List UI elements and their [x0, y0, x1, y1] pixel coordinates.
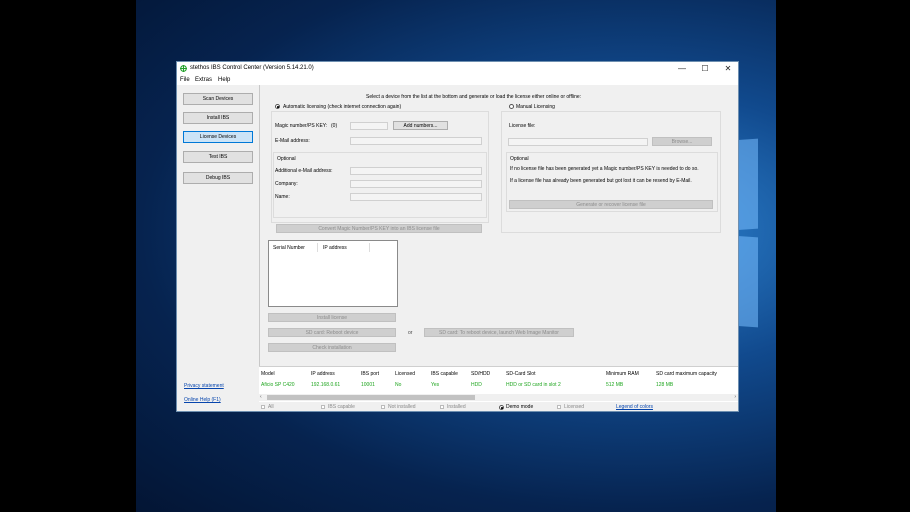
- email-input[interactable]: [350, 137, 482, 145]
- or-label: or: [408, 330, 413, 336]
- sidebar: Scan Devices Install IBS License Devices…: [177, 85, 260, 411]
- company-input[interactable]: [350, 180, 482, 188]
- not-installed-checkbox[interactable]: [381, 405, 385, 409]
- scan-devices-button[interactable]: Scan Devices: [183, 93, 253, 105]
- device-sd-slot: HDD or SD card in slot 2: [506, 382, 561, 388]
- menu-help[interactable]: Help: [218, 77, 230, 83]
- column-header[interactable]: SD-Card Slot: [506, 371, 535, 377]
- browse-button[interactable]: Browse...: [652, 137, 712, 146]
- name-input[interactable]: [350, 193, 482, 201]
- all-label: All: [268, 404, 274, 410]
- automatic-licensing-radio[interactable]: [275, 104, 280, 109]
- device-ip: 192.168.0.61: [311, 382, 341, 388]
- license-devices-button[interactable]: License Devices: [183, 131, 253, 143]
- serial-list[interactable]: Serial Number IP address: [268, 240, 398, 307]
- ibs-capable-checkbox[interactable]: [321, 405, 325, 409]
- filter-bar: All IBS capable Not installed Installed …: [259, 402, 738, 411]
- column-header[interactable]: Model: [261, 371, 275, 377]
- add-numbers-button[interactable]: Add numbers...: [393, 121, 448, 130]
- additional-email-input[interactable]: [350, 167, 482, 175]
- column-header[interactable]: Licensed: [395, 371, 415, 377]
- window-title: stethos IBS Control Center (Version 5.14…: [190, 65, 314, 71]
- online-help-link[interactable]: Online Help (F1): [184, 397, 221, 403]
- optional-right-text-2: If a license file has already been gener…: [510, 178, 692, 184]
- device-licensed: No: [395, 382, 402, 388]
- convert-button[interactable]: Convert Magic Number/PS KEY into an IBS …: [276, 224, 482, 233]
- device-model: Aficio SP C420: [261, 382, 295, 388]
- optional-title: Optional: [277, 156, 296, 162]
- not-installed-label: Not installed: [388, 404, 416, 410]
- licensed-checkbox[interactable]: [557, 405, 561, 409]
- privacy-statement-link[interactable]: Privacy statement: [184, 383, 224, 389]
- install-license-button[interactable]: Install license: [268, 313, 396, 322]
- name-label: Name:: [275, 194, 290, 200]
- company-label: Company:: [275, 181, 298, 187]
- all-checkbox[interactable]: [261, 405, 265, 409]
- device-table: Model IP address IBS port Licensed IBS c…: [259, 366, 738, 403]
- email-label: E-Mail address:: [275, 138, 310, 144]
- test-ibs-button[interactable]: Test IBS: [183, 151, 253, 163]
- optional-right-title: Optional: [510, 156, 529, 162]
- scroll-right-icon[interactable]: ›: [734, 394, 736, 400]
- demo-mode-label: Demo mode: [506, 404, 534, 410]
- manual-licensing-radio[interactable]: [509, 104, 514, 109]
- install-ibs-button[interactable]: Install IBS: [183, 112, 253, 124]
- license-panel: Select a device from the list at the bot…: [263, 85, 738, 363]
- column-header[interactable]: IP address: [311, 371, 335, 377]
- app-window: stethos IBS Control Center (Version 5.14…: [176, 61, 739, 412]
- horizontal-scrollbar[interactable]: ‹ ›: [259, 394, 738, 401]
- license-file-label: License file:: [509, 123, 536, 129]
- additional-email-label: Additional e-Mail address:: [275, 168, 333, 174]
- column-header[interactable]: Minimum RAM: [606, 371, 639, 377]
- installed-checkbox[interactable]: [440, 405, 444, 409]
- device-sd-capacity: 128 MB: [656, 382, 674, 388]
- maximize-icon[interactable]: ☐: [694, 63, 716, 74]
- menu-extras[interactable]: Extras: [195, 77, 212, 83]
- sd-reboot-button[interactable]: SD card: Reboot device: [268, 328, 396, 337]
- automatic-licensing-label: Automatic licensing (check internet conn…: [283, 104, 402, 110]
- close-icon[interactable]: ✕: [717, 63, 738, 74]
- menu-file[interactable]: File: [180, 77, 190, 83]
- scroll-left-icon[interactable]: ‹: [260, 394, 262, 400]
- title-bar: stethos IBS Control Center (Version 5.14…: [177, 62, 738, 75]
- serial-number-column[interactable]: Serial Number: [273, 245, 305, 251]
- licensed-label: Licensed: [564, 404, 585, 410]
- ip-address-column[interactable]: IP address: [323, 245, 347, 251]
- ibs-capable-label: IBS capable: [328, 404, 355, 410]
- column-header[interactable]: SD/HDD: [471, 371, 490, 377]
- column-header[interactable]: IBS port: [361, 371, 379, 377]
- column-divider: [369, 243, 370, 252]
- minimize-icon[interactable]: —: [671, 63, 693, 74]
- column-header[interactable]: IBS capable: [431, 371, 458, 377]
- device-ibs-capable: Yes: [431, 382, 440, 388]
- demo-mode-radio[interactable]: [499, 405, 504, 410]
- magic-number-label: Magic number/PS KEY:: [275, 123, 328, 129]
- generate-license-button[interactable]: Generate or recover license file: [509, 200, 713, 209]
- license-file-input[interactable]: [508, 138, 648, 146]
- check-installation-button[interactable]: Check installation: [268, 343, 396, 352]
- installed-label: Installed: [447, 404, 466, 410]
- optional-right-text-1: If no license file has been generated ye…: [510, 166, 699, 172]
- sd-launch-button[interactable]: SD card: To reboot device, launch Web Im…: [424, 328, 574, 337]
- device-min-ram: 512 MB: [606, 382, 624, 388]
- legend-of-colors-link[interactable]: Legend of colors: [616, 404, 653, 410]
- manual-licensing-label: Manual Licensing: [516, 104, 555, 110]
- magic-number-count: (0): [331, 123, 338, 129]
- debug-ibs-button[interactable]: Debug IBS: [183, 172, 253, 184]
- scroll-thumb[interactable]: [267, 395, 475, 400]
- menu-bar: File Extras Help: [177, 75, 738, 85]
- column-divider: [317, 243, 318, 252]
- magic-number-input[interactable]: [350, 122, 388, 130]
- app-icon: [180, 65, 187, 72]
- instruction-text: Select a device from the list at the bot…: [366, 94, 582, 100]
- device-sd-hdd: HDD: [471, 382, 482, 388]
- device-port: 10001: [361, 382, 375, 388]
- column-header[interactable]: SD card maximum capacity: [656, 371, 717, 377]
